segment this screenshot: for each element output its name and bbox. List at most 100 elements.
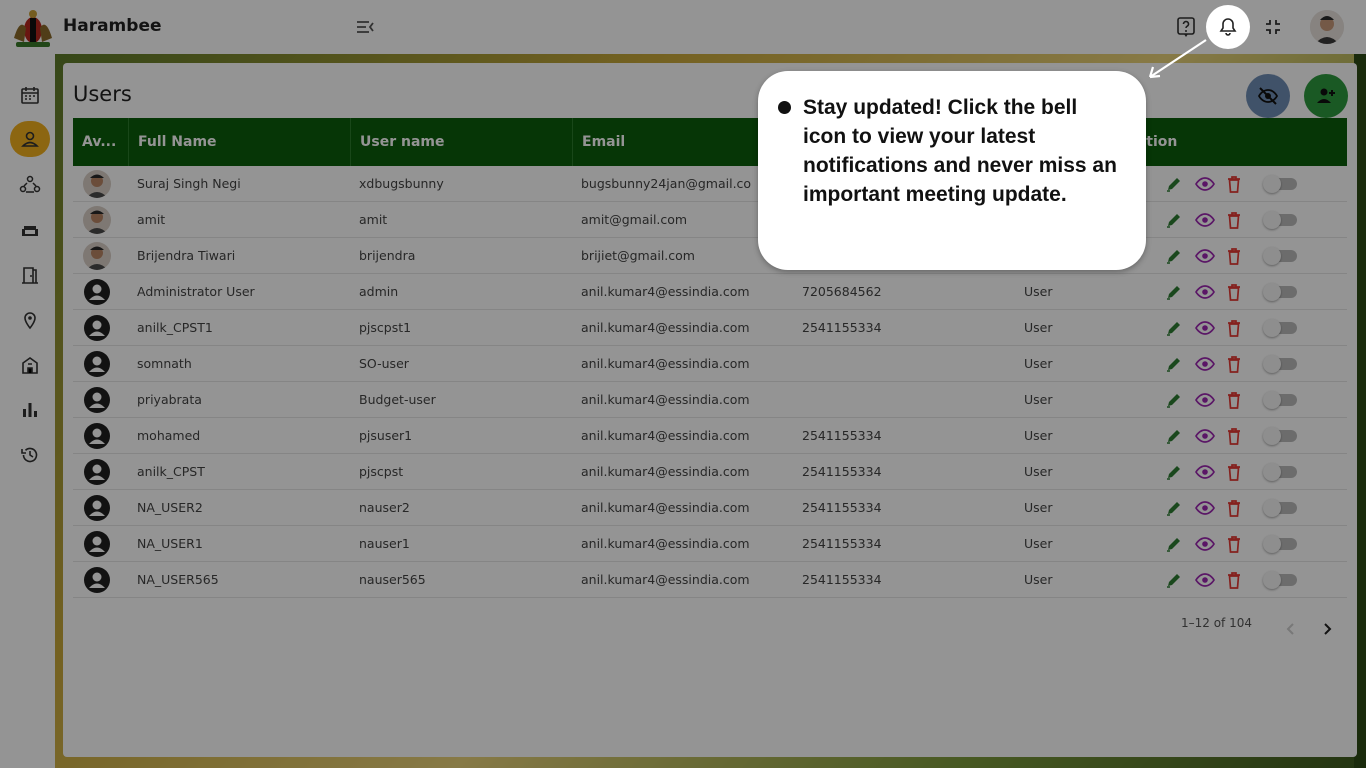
view-icon[interactable] bbox=[1195, 319, 1215, 337]
status-toggle[interactable] bbox=[1263, 499, 1297, 517]
menu-collapse-icon[interactable] bbox=[354, 16, 376, 38]
table-row: anilk_CPST pjscpst anil.kumar4@essindia.co… bbox=[73, 454, 1347, 490]
delete-icon[interactable] bbox=[1226, 211, 1244, 229]
status-toggle[interactable] bbox=[1263, 391, 1297, 409]
view-icon[interactable] bbox=[1195, 499, 1215, 517]
history-icon bbox=[21, 447, 38, 463]
delete-icon[interactable] bbox=[1226, 463, 1244, 481]
delete-icon[interactable] bbox=[1226, 355, 1244, 373]
next-page-button[interactable] bbox=[1317, 619, 1337, 639]
status-toggle[interactable] bbox=[1263, 463, 1297, 481]
cell-username: Budget-user bbox=[359, 392, 436, 407]
sidebar-item-rooms[interactable] bbox=[10, 212, 50, 248]
delete-icon[interactable] bbox=[1226, 427, 1244, 445]
view-icon[interactable] bbox=[1195, 571, 1215, 589]
view-icon[interactable] bbox=[1195, 175, 1215, 193]
add-user-button[interactable] bbox=[1304, 74, 1348, 118]
edit-icon[interactable] bbox=[1165, 355, 1183, 373]
previous-page-button[interactable] bbox=[1281, 619, 1301, 639]
cell-role: User bbox=[1024, 572, 1053, 587]
column-header-full-name[interactable]: Full Name bbox=[128, 118, 350, 166]
edit-icon[interactable] bbox=[1165, 535, 1183, 553]
status-toggle[interactable] bbox=[1263, 211, 1297, 229]
user-photo-avatar bbox=[83, 206, 111, 234]
cell-username: pjscpst bbox=[359, 464, 404, 479]
status-toggle[interactable] bbox=[1263, 247, 1297, 265]
bell-icon bbox=[1219, 18, 1237, 36]
delete-icon[interactable] bbox=[1226, 535, 1244, 553]
edit-icon[interactable] bbox=[1165, 427, 1183, 445]
view-icon[interactable] bbox=[1195, 211, 1215, 229]
default-avatar-icon bbox=[83, 530, 111, 558]
cell-role: User bbox=[1024, 428, 1053, 443]
edit-icon[interactable] bbox=[1165, 211, 1183, 229]
delete-icon[interactable] bbox=[1226, 175, 1244, 193]
cell-role: User bbox=[1024, 392, 1053, 407]
edit-icon[interactable] bbox=[1165, 247, 1183, 265]
status-toggle[interactable] bbox=[1263, 355, 1297, 373]
cell-email: anil.kumar4@essindia.com bbox=[581, 572, 750, 587]
view-icon[interactable] bbox=[1195, 535, 1215, 553]
view-icon[interactable] bbox=[1195, 391, 1215, 409]
edit-icon[interactable] bbox=[1165, 571, 1183, 589]
edit-icon[interactable] bbox=[1165, 319, 1183, 337]
view-icon[interactable] bbox=[1195, 355, 1215, 373]
column-header-action: ction bbox=[1138, 134, 1178, 150]
cell-full-name: priyabrata bbox=[137, 392, 202, 407]
cell-role: User bbox=[1024, 536, 1053, 551]
profile-avatar[interactable] bbox=[1310, 10, 1344, 44]
sidebar-item-calendar[interactable] bbox=[10, 77, 50, 113]
app-brand: Harambee bbox=[63, 16, 162, 36]
tooltip-message: Stay updated! Click the bell icon to vie… bbox=[803, 96, 1117, 206]
coat-of-arms-logo bbox=[10, 8, 56, 50]
sidebar-item-locations[interactable] bbox=[10, 302, 50, 338]
view-icon[interactable] bbox=[1195, 247, 1215, 265]
cell-phone: 2541155334 bbox=[802, 500, 882, 515]
column-header-avatar[interactable]: Av... bbox=[73, 118, 128, 166]
default-avatar-icon bbox=[83, 386, 111, 414]
sidebar-item-doors[interactable] bbox=[10, 257, 50, 293]
status-toggle[interactable] bbox=[1263, 175, 1297, 193]
delete-icon[interactable] bbox=[1226, 499, 1244, 517]
table-row: Suraj Singh Negi xdbugsbunny bugsbunny24ja… bbox=[73, 166, 1347, 202]
view-icon[interactable] bbox=[1195, 283, 1215, 301]
edit-icon[interactable] bbox=[1165, 175, 1183, 193]
status-toggle[interactable] bbox=[1263, 571, 1297, 589]
sidebar-item-users[interactable] bbox=[10, 121, 50, 157]
edit-icon[interactable] bbox=[1165, 283, 1183, 301]
status-toggle[interactable] bbox=[1263, 283, 1297, 301]
default-avatar-icon bbox=[83, 314, 111, 342]
delete-icon[interactable] bbox=[1226, 283, 1244, 301]
edit-icon[interactable] bbox=[1165, 391, 1183, 409]
sidebar bbox=[0, 54, 55, 768]
column-header-username[interactable]: User name bbox=[350, 118, 572, 166]
delete-icon[interactable] bbox=[1226, 247, 1244, 265]
fullscreen-exit-icon[interactable] bbox=[1260, 14, 1286, 40]
edit-icon[interactable] bbox=[1165, 463, 1183, 481]
status-toggle[interactable] bbox=[1263, 535, 1297, 553]
sidebar-item-committee[interactable] bbox=[10, 167, 50, 203]
view-icon[interactable] bbox=[1195, 427, 1215, 445]
sidebar-item-history[interactable] bbox=[10, 437, 50, 473]
sidebar-item-reports[interactable] bbox=[10, 392, 50, 428]
status-toggle[interactable] bbox=[1263, 427, 1297, 445]
table-row: NA_USER1 nauser1 anil.kumar4@essindia.com 2… bbox=[73, 526, 1347, 562]
sidebar-item-buildings[interactable] bbox=[10, 347, 50, 383]
default-avatar-icon bbox=[83, 350, 111, 378]
page-title: Users bbox=[73, 82, 132, 106]
location-icon bbox=[24, 312, 36, 330]
toggle-visibility-button[interactable] bbox=[1246, 74, 1290, 118]
view-icon[interactable] bbox=[1195, 463, 1215, 481]
table-row: NA_USER2 nauser2 anil.kumar4@essindia.com 2… bbox=[73, 490, 1347, 526]
delete-icon[interactable] bbox=[1226, 319, 1244, 337]
edit-icon[interactable] bbox=[1165, 499, 1183, 517]
cell-role: User bbox=[1024, 500, 1053, 515]
status-toggle[interactable] bbox=[1263, 319, 1297, 337]
chevron-right-icon bbox=[1324, 623, 1332, 635]
cell-full-name: NA_USER2 bbox=[137, 500, 203, 515]
chevron-left-icon bbox=[1286, 623, 1294, 635]
cell-username: admin bbox=[359, 284, 399, 299]
cell-phone: 2541155334 bbox=[802, 536, 882, 551]
delete-icon[interactable] bbox=[1226, 391, 1244, 409]
delete-icon[interactable] bbox=[1226, 571, 1244, 589]
